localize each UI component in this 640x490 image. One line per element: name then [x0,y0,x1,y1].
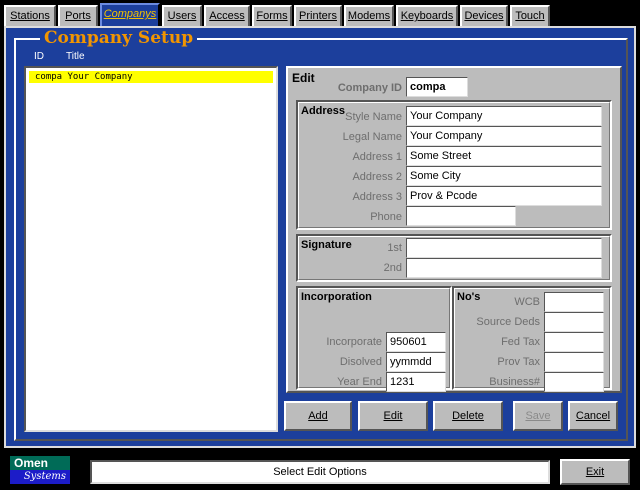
omen-systems-logo: Omen Systems [10,456,70,484]
prov-tax-field[interactable] [544,352,604,372]
signature-1st-label: 1st [387,242,402,254]
address2-field[interactable]: Some City [406,166,602,186]
save-button[interactable]: Save [513,401,563,431]
disolved-label: Disolved [339,356,382,368]
list-item-title: Your Company [67,72,133,82]
tab-stations[interactable]: Stations [4,5,56,27]
incorporation-section: Incorporation Incorporate 950601 Disolve… [296,286,452,392]
delete-button[interactable]: Delete [433,401,503,431]
disolved-field[interactable]: yymmdd [386,352,446,372]
signature-2nd-field[interactable] [406,258,602,278]
tab-touch[interactable]: Touch [510,5,550,27]
fed-tax-label: Fed Tax [501,336,540,348]
year-end-field[interactable]: 1231 [386,372,446,392]
numbers-section: No's WCB Source Deds Fed Tax Prov Tax Bu… [452,286,612,392]
business-number-label: Business# [489,376,540,388]
edit-heading: Edit [292,71,315,85]
signature-1st-field[interactable] [406,238,602,258]
year-end-label: Year End [337,376,382,388]
logo-line2: Systems [10,470,70,484]
tab-companys[interactable]: Companys [100,3,160,27]
tab-devices[interactable]: Devices [460,5,508,27]
page-title: Company Setup [40,28,198,48]
source-deds-field[interactable] [544,312,604,332]
wcb-field[interactable] [544,292,604,312]
signature-section: Signature 1st 2nd [296,234,612,282]
list-item-id: compa [35,72,63,82]
phone-field[interactable] [406,206,516,226]
edit-panel: Edit Company ID compa Address Style Name… [286,66,622,393]
address1-field[interactable]: Some Street [406,146,602,166]
company-id-label: Company ID [337,82,402,94]
address-section: Address Style Name Your Company Legal Na… [296,100,612,230]
status-bar: Select Edit Options [90,460,550,484]
legal-name-field[interactable]: Your Company [406,126,602,146]
company-list[interactable]: compa Your Company [24,66,278,432]
style-name-field[interactable]: Your Company [406,106,602,126]
business-number-field[interactable] [544,372,604,392]
column-header-id: ID [34,51,44,62]
tab-printers[interactable]: Printers [294,5,342,27]
incorporate-label: Incorporate [326,336,382,348]
add-button[interactable]: Add [284,401,352,431]
company-setup-frame: Company Setup ID Title compa Your Compan… [4,26,636,448]
tab-keyboards[interactable]: Keyboards [396,5,458,27]
tab-modems[interactable]: Modems [344,5,394,27]
tab-users[interactable]: Users [162,5,202,27]
style-name-label: Style Name [345,111,402,123]
wcb-label: WCB [514,296,540,308]
company-id-field[interactable]: compa [406,77,468,97]
address3-label: Address 3 [352,191,402,203]
incorporation-heading: Incorporation [301,291,372,303]
address1-label: Address 1 [352,151,402,163]
signature-2nd-label: 2nd [383,262,402,274]
source-deds-label: Source Deds [476,316,540,328]
legal-name-label: Legal Name [342,131,402,143]
prov-tax-label: Prov Tax [497,356,540,368]
exit-button[interactable]: Exit [560,459,630,485]
incorporate-field[interactable]: 950601 [386,332,446,352]
tab-forms[interactable]: Forms [252,5,292,27]
list-item[interactable]: compa Your Company [29,71,273,83]
cancel-button[interactable]: Cancel [568,401,618,431]
address3-field[interactable]: Prov & Pcode [406,186,602,206]
logo-line1: Omen [10,456,70,470]
address2-label: Address 2 [352,171,402,183]
edit-button[interactable]: Edit [358,401,428,431]
column-header-title: Title [66,51,85,62]
tab-strip: Stations Ports Companys Users Access For… [0,0,640,27]
tab-access[interactable]: Access [204,5,250,27]
phone-label: Phone [370,211,402,223]
fed-tax-field[interactable] [544,332,604,352]
tab-ports[interactable]: Ports [58,5,98,27]
